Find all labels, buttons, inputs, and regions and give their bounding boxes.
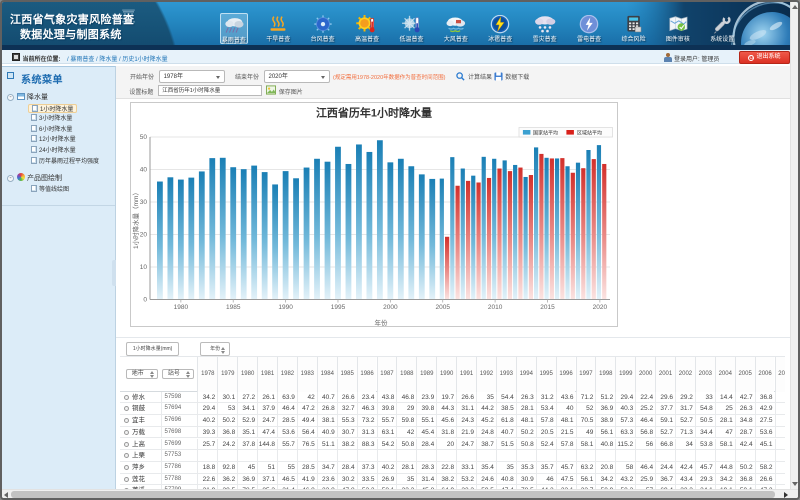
svg-text:10: 10 — [140, 264, 148, 271]
svg-text:1995: 1995 — [331, 304, 346, 311]
svg-text:年份: 年份 — [375, 318, 389, 327]
svg-text:区域站平均: 区域站平均 — [577, 130, 602, 137]
svg-text:50: 50 — [140, 134, 148, 141]
svg-text:江西省历年1小时降水量: 江西省历年1小时降水量 — [316, 106, 432, 120]
svg-text:2005: 2005 — [435, 304, 450, 311]
svg-text:0: 0 — [143, 297, 147, 304]
svg-text:2020: 2020 — [593, 304, 608, 311]
svg-text:30: 30 — [140, 199, 148, 206]
svg-text:1小时降水量（mm）: 1小时降水量（mm） — [131, 189, 140, 249]
svg-text:2010: 2010 — [488, 304, 503, 311]
svg-text:1990: 1990 — [278, 304, 293, 311]
svg-text:20: 20 — [140, 232, 148, 239]
svg-text:2015: 2015 — [540, 304, 555, 311]
svg-text:1980: 1980 — [174, 304, 189, 311]
svg-text:40: 40 — [140, 167, 148, 174]
svg-text:国家站平均: 国家站平均 — [533, 130, 558, 137]
svg-text:1985: 1985 — [226, 304, 241, 311]
svg-text:2000: 2000 — [383, 304, 398, 311]
